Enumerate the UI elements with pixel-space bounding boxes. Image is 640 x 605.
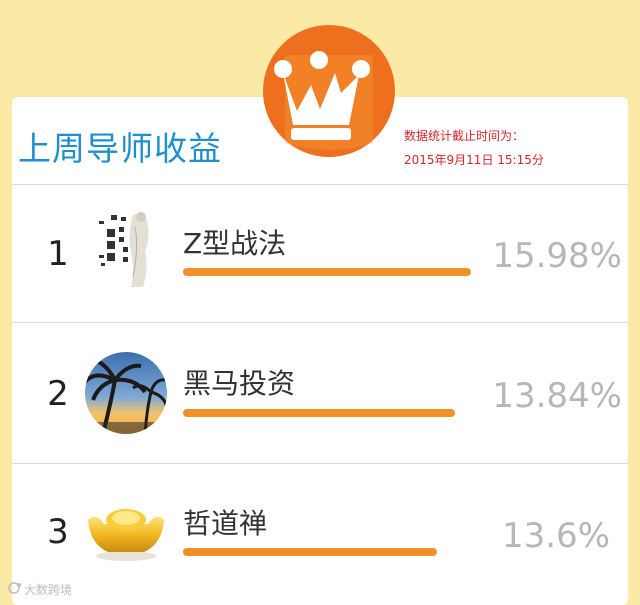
crown-badge bbox=[263, 25, 395, 157]
rank-number: 3 bbox=[47, 512, 69, 552]
progress-bar bbox=[183, 268, 471, 276]
stats-label: 数据统计截止时间为： bbox=[404, 129, 525, 143]
divider bbox=[12, 322, 628, 323]
stats-time: 2015年9月11日 15:15分 bbox=[404, 153, 544, 167]
rank-number: 2 bbox=[47, 374, 69, 414]
divider bbox=[12, 184, 628, 185]
crown-icon bbox=[263, 25, 395, 157]
watermark-text: 大数跨境 bbox=[24, 583, 73, 597]
palm-tree-sunset-avatar bbox=[85, 352, 167, 434]
progress-bar bbox=[183, 409, 455, 417]
divider bbox=[12, 463, 628, 464]
page-title: 上周导师收益 bbox=[18, 129, 222, 168]
stats-info: 数据统计截止时间为： 2015年9月11日 15:15分 bbox=[404, 124, 544, 172]
mentor-name: 哲道禅 bbox=[183, 507, 268, 540]
gold-ingot-avatar bbox=[86, 500, 166, 562]
mentor-name: 黑马投资 bbox=[183, 367, 296, 400]
return-percent: 13.84% bbox=[492, 376, 622, 416]
progress-bar bbox=[183, 548, 437, 556]
mentor-name: Z型战法 bbox=[183, 227, 287, 260]
watermark: 大数跨境 bbox=[8, 581, 72, 598]
return-percent: 13.6% bbox=[501, 516, 610, 556]
rank-number: 1 bbox=[47, 234, 69, 274]
calligraphy-portrait-avatar bbox=[93, 207, 161, 291]
return-percent: 15.98% bbox=[492, 236, 622, 276]
watermark-logo-icon bbox=[8, 582, 22, 597]
